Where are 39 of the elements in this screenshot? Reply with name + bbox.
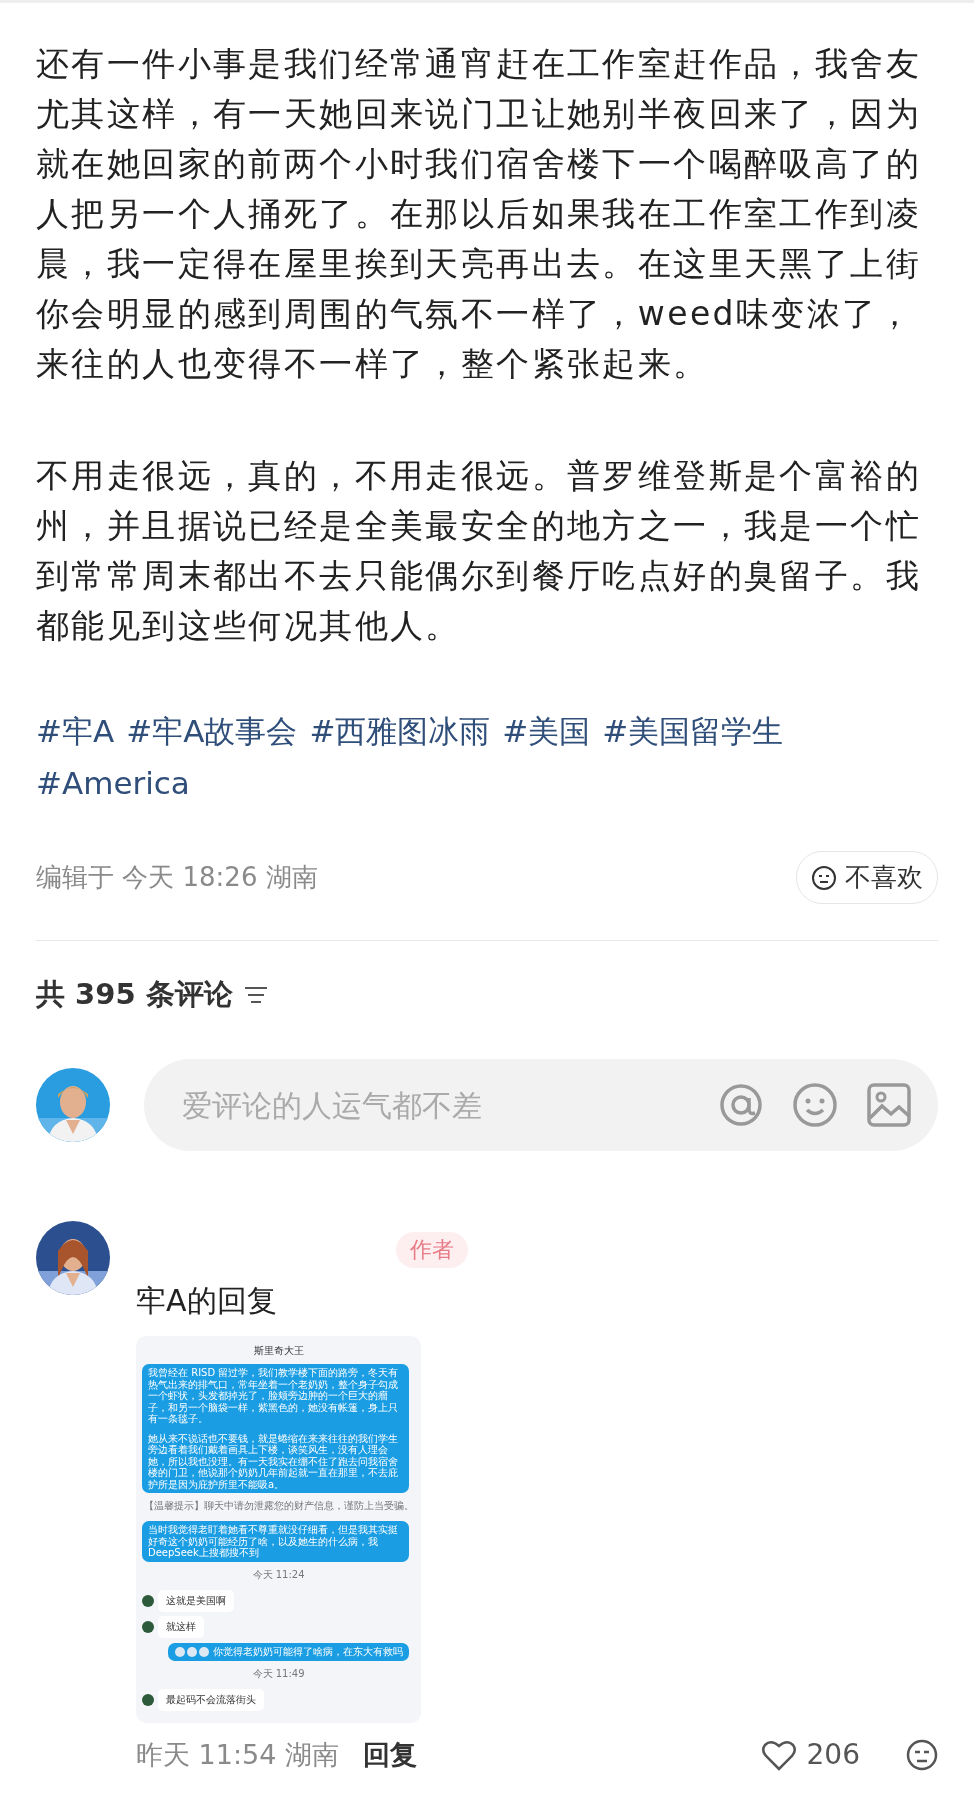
- hashtag-link[interactable]: #美国: [502, 707, 591, 755]
- chat-bubble: 你觉得老奶奶可能得了啥病，在东大有救吗: [168, 1642, 409, 1661]
- hashtag-link[interactable]: #美国留学生: [602, 707, 784, 755]
- chat-bubble: 当时我觉得老盯着她看不尊重就没仔细看，但是我其实挺好奇这个奶奶可能经历了啥，以及她生的什么病，我DeepSeek上搜都搜不到: [142, 1521, 409, 1562]
- chat-screenshot[interactable]: [136, 1336, 421, 1723]
- chat-notice: 【温馨提示】聊天中请勿泄露您的财产信息，谨防上当受骗。: [142, 1499, 415, 1513]
- dislike-button[interactable]: 不喜欢: [796, 851, 938, 904]
- hashtag-link[interactable]: #西雅图冰雨: [309, 707, 491, 755]
- comment-field[interactable]: 爱评论的人运气都不差: [144, 1059, 938, 1151]
- chat-timestamp: 今天 11:49: [251, 1666, 306, 1681]
- post-paragraph: 不用走很远，真的，不用走很远。普罗维登斯是个富裕的州，并且据说已经是全美最安全的地方之一，我是一个忙到常常周末都出不去只能偶尔到餐厅吃点好的臭留子。我都能见到这些何况其他人。: [36, 455, 922, 647]
- comment-text: 牢A的回复: [136, 1282, 278, 1320]
- sort-icon[interactable]: [242, 984, 269, 1006]
- edit-info: 编辑于 今天 18:26 湖南: [36, 861, 318, 894]
- neutral-face-icon: [811, 864, 837, 891]
- mention-icon[interactable]: [718, 1082, 764, 1128]
- chat-avatar-icon: [142, 1693, 154, 1706]
- post-paragraph: 还有一件小事是我们经常通宵赶在工作室赶作品，我舍友尤其这样，有一天她回来说门卫让她别半夜回来了，因为就在她回家的前两个小时我们宿舍楼下一个喝醉吸高了的人把另一个人捅死了。在那以后如果我在工作室工作到凌晨，我一定得在屋里挨到天亮再出去。在这里天黑了上街你会明显的感到周围的气氛不一样了，weed味变浓了，来往的人也变得不一样了，整个紧张起来。: [36, 43, 922, 385]
- hashtag-link[interactable]: #牢A故事会: [126, 707, 298, 755]
- comment-count: 共 395 条评论: [36, 976, 233, 1013]
- reply-button[interactable]: 回复: [363, 1736, 417, 1773]
- chat-avatar-icon: [142, 1620, 154, 1633]
- chat-bubble: 就这样: [158, 1615, 204, 1638]
- author-badge: 作者: [396, 1232, 468, 1268]
- chat-timestamp: 今天 11:24: [251, 1567, 306, 1582]
- hashtag-link[interactable]: #牢A: [36, 707, 115, 755]
- chat-bubble: 最起码不会流落街头: [158, 1688, 264, 1711]
- hashtag-link[interactable]: #America: [36, 759, 190, 807]
- chat-bubble: 这就是美国啊: [158, 1589, 234, 1612]
- like-button[interactable]: 206: [760, 1738, 860, 1771]
- comment-time: 昨天 11:54 湖南: [136, 1737, 339, 1772]
- emoji-icon[interactable]: [792, 1082, 838, 1128]
- chat-avatar-icon: [142, 1594, 154, 1607]
- comment-input-field[interactable]: 爱评论的人运气都不差: [180, 1086, 718, 1124]
- neutral-face-icon[interactable]: [906, 1738, 938, 1771]
- chat-title: 斯里奇大王: [252, 1344, 305, 1358]
- heart-icon: [760, 1738, 797, 1771]
- image-icon[interactable]: [866, 1082, 912, 1128]
- chat-bubble: 我曾经在 RISD 留过学，我们教学楼下面的路旁，冬天有热气出来的排气口，常年坐着一个老奶奶，整个身子勾成一个虾状，头发都掉光了，脸颊旁边肿的一个巨大的瘤子，和另一个脑袋一样，紫黑色的，她没有帐篷，身上只有一条毯子。 她从来不说话也不要钱，就是蜷缩在来来往往的我们学生旁边看着我们戴着画具上下楼，谈笑风生，没有人理会她，所以我也没理。有一天我实在绷不住了跑去问我宿舍楼的门卫，他说那个奶奶几年前起就一直在那里，不去庇护所是因为庇护所里不能吸a。: [142, 1364, 409, 1493]
